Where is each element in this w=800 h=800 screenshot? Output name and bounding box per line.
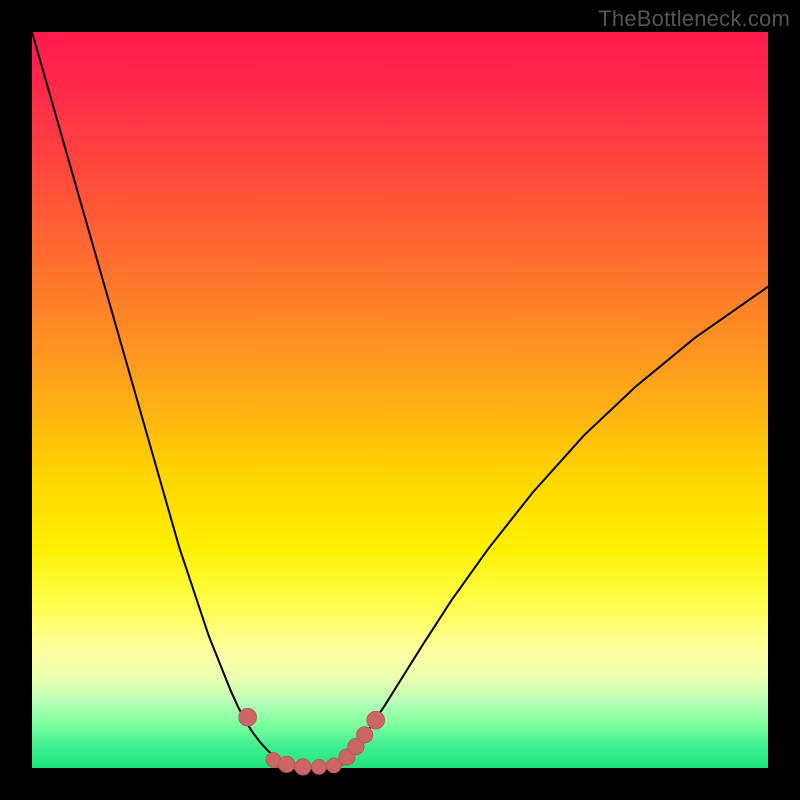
chart-frame: TheBottleneck.com	[0, 0, 800, 800]
data-marker	[295, 759, 311, 775]
bottleneck-curve	[32, 32, 768, 767]
data-marker	[239, 708, 257, 726]
data-marker	[326, 758, 341, 773]
data-marker	[279, 756, 295, 772]
data-marker	[312, 760, 327, 775]
curve-group	[32, 32, 768, 767]
data-marker	[367, 711, 385, 729]
chart-svg	[32, 32, 768, 768]
watermark-text: TheBottleneck.com	[598, 6, 790, 32]
data-marker	[357, 727, 373, 743]
